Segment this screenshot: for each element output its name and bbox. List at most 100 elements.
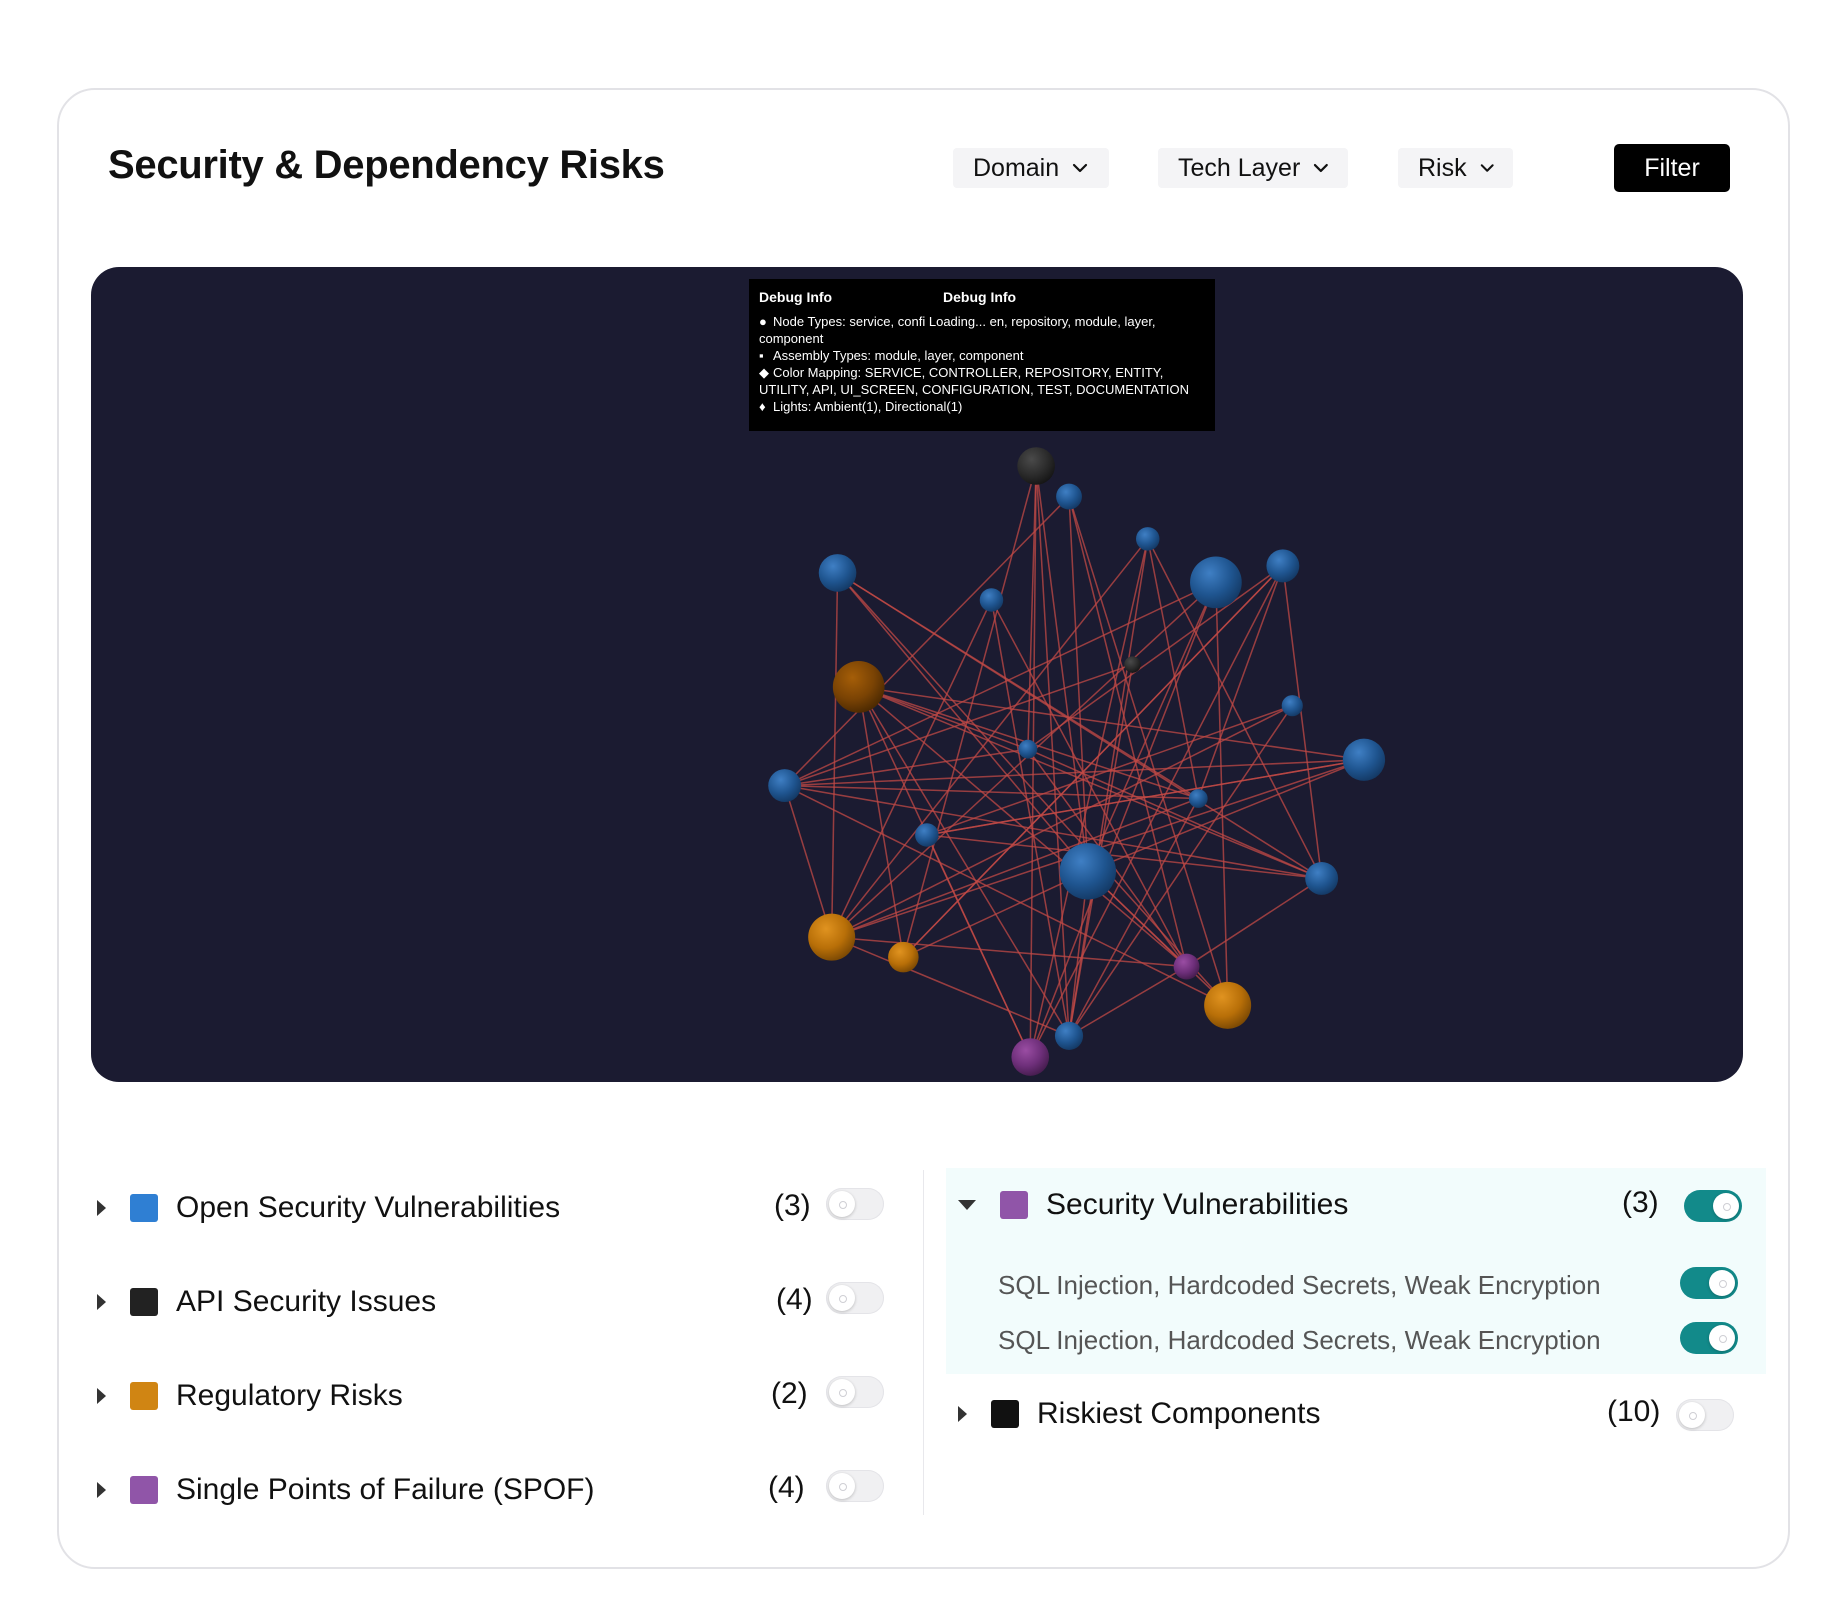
toggle-knob xyxy=(829,1379,855,1405)
graph-edge xyxy=(1282,565,1323,879)
graph-node[interactable] xyxy=(818,554,857,592)
debug-loading: Loading... xyxy=(928,314,986,329)
graph-node[interactable] xyxy=(1281,695,1303,717)
caret-right-icon[interactable] xyxy=(97,1294,106,1310)
toggle-security-vulnerabilities[interactable] xyxy=(1684,1190,1742,1222)
debug-title: Debug Info xyxy=(759,289,833,305)
risk-dropdown[interactable]: Risk xyxy=(1398,148,1513,188)
toggle-knob xyxy=(829,1285,855,1311)
debug-node-types-rest: en, repository, module, layer, xyxy=(989,314,1156,329)
graph-edge xyxy=(831,936,1070,1037)
graph-node[interactable] xyxy=(888,941,919,973)
graph-node[interactable] xyxy=(808,913,856,961)
category-count: (4) xyxy=(776,1283,813,1316)
caret-right-icon[interactable] xyxy=(97,1388,106,1404)
toggle-sub-item-2[interactable] xyxy=(1680,1322,1738,1354)
debug-node-types: Node Types: service, confi xyxy=(773,314,926,329)
debug-info-overlay: Debug Info Debug Info ● Node Types: servi… xyxy=(749,279,1215,431)
graph-node[interactable] xyxy=(915,823,939,847)
lightbulb-icon: ♦ xyxy=(759,399,766,414)
category-label: Riskiest Components xyxy=(1037,1397,1321,1430)
column-divider xyxy=(923,1170,924,1515)
toggle-knob xyxy=(829,1473,855,1499)
toggle-sub-item-1[interactable] xyxy=(1680,1267,1738,1299)
category-regulatory-risks[interactable]: Regulatory Risks xyxy=(97,1372,403,1420)
graph-edge xyxy=(857,686,905,958)
graph-edge xyxy=(830,572,839,938)
category-security-vulnerabilities[interactable]: Security Vulnerabilities xyxy=(958,1181,1348,1229)
category-open-security-vulnerabilities[interactable]: Open Security Vulnerabilities xyxy=(97,1184,560,1232)
graph-node[interactable] xyxy=(1056,483,1082,510)
graph-edge xyxy=(858,686,1029,750)
graph-node[interactable] xyxy=(1204,981,1252,1029)
category-riskiest-components[interactable]: Riskiest Components xyxy=(958,1390,1320,1438)
toggle-open-security-vulnerabilities[interactable] xyxy=(826,1188,884,1220)
graph-edge xyxy=(926,758,1365,836)
graph-node[interactable] xyxy=(1136,527,1160,551)
toggle-knob xyxy=(1709,1325,1735,1351)
graph-node[interactable] xyxy=(1266,549,1300,583)
category-count: (10) xyxy=(1607,1395,1661,1428)
chevron-down-icon xyxy=(1480,164,1494,172)
color-swatch xyxy=(991,1400,1019,1428)
category-single-points-of-failure[interactable]: Single Points of Failure (SPOF) xyxy=(97,1466,595,1514)
color-swatch xyxy=(130,1288,158,1316)
page-title: Security & Dependency Risks xyxy=(108,143,665,187)
chevron-down-icon xyxy=(1314,163,1329,173)
graph-node[interactable] xyxy=(1011,1038,1050,1076)
graph-edge xyxy=(1068,965,1187,1037)
graph-node[interactable] xyxy=(1188,789,1208,808)
toggle-knob xyxy=(1713,1193,1739,1219)
toggle-knob xyxy=(1679,1402,1705,1428)
chevron-down-icon xyxy=(1073,163,1088,173)
graph-node[interactable] xyxy=(1190,556,1242,609)
category-count: (3) xyxy=(1622,1186,1659,1219)
filter-button[interactable]: Filter xyxy=(1614,144,1730,192)
graph-edge xyxy=(1215,582,1229,1006)
caret-right-icon[interactable] xyxy=(97,1200,106,1216)
toggle-single-points-of-failure[interactable] xyxy=(826,1470,884,1502)
category-label: API Security Issues xyxy=(176,1285,437,1318)
graph-edge xyxy=(1186,877,1323,968)
tech-layer-dropdown[interactable]: Tech Layer xyxy=(1158,148,1348,188)
caret-right-icon[interactable] xyxy=(958,1406,967,1422)
caret-right-icon[interactable] xyxy=(97,1482,106,1498)
category-label: Single Points of Failure (SPOF) xyxy=(176,1473,595,1506)
toggle-api-security-issues[interactable] xyxy=(826,1282,884,1314)
graph-node[interactable] xyxy=(1342,738,1386,781)
domain-dropdown[interactable]: Domain xyxy=(953,148,1109,188)
color-swatch xyxy=(130,1194,158,1222)
graph-node[interactable] xyxy=(1059,843,1117,900)
color-swatch xyxy=(130,1476,158,1504)
toggle-regulatory-risks[interactable] xyxy=(826,1376,884,1408)
graph-edge xyxy=(1027,565,1284,750)
graph-edge xyxy=(926,704,1293,836)
toggle-riskiest-components[interactable] xyxy=(1676,1399,1734,1431)
graph-node[interactable] xyxy=(1305,861,1339,895)
target-icon: ● xyxy=(759,314,767,329)
build-icon: ▪ xyxy=(759,348,764,363)
category-api-security-issues[interactable]: API Security Issues xyxy=(97,1278,436,1326)
category-label: Open Security Vulnerabilities xyxy=(176,1191,561,1224)
caret-down-icon[interactable] xyxy=(958,1200,976,1210)
sub-item-label: SQL Injection, Hardcoded Secrets, Weak E… xyxy=(998,1325,1601,1355)
toggle-knob xyxy=(1709,1270,1735,1296)
graph-node[interactable] xyxy=(1017,447,1055,485)
graph-edge xyxy=(902,465,1037,958)
graph-node[interactable] xyxy=(1124,656,1141,673)
graph-node[interactable] xyxy=(1054,1021,1084,1050)
risk-dropdown-label: Risk xyxy=(1418,153,1467,182)
graph-node[interactable] xyxy=(768,769,802,803)
domain-dropdown-label: Domain xyxy=(973,153,1060,182)
color-swatch xyxy=(1000,1191,1028,1219)
category-count: (3) xyxy=(774,1189,811,1222)
category-label: Security Vulnerabilities xyxy=(1046,1188,1349,1221)
graph-edge xyxy=(784,784,1322,880)
graph-node[interactable] xyxy=(832,661,885,713)
sub-item-label: SQL Injection, Hardcoded Secrets, Weak E… xyxy=(998,1270,1601,1300)
palette-icon: ◆ xyxy=(759,365,769,380)
graph-node[interactable] xyxy=(1173,953,1200,980)
graph-node[interactable] xyxy=(979,588,1004,612)
graph-node[interactable] xyxy=(1018,739,1038,759)
category-label: Regulatory Risks xyxy=(176,1379,403,1412)
